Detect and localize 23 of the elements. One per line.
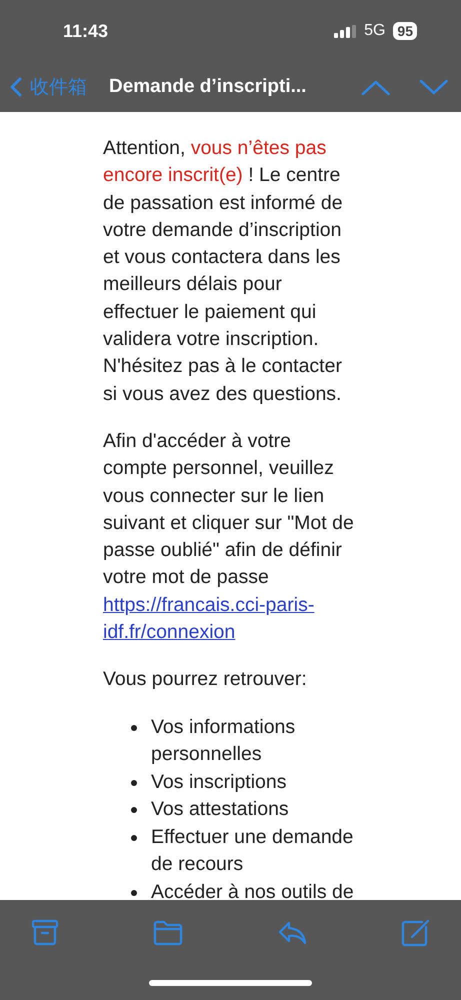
link[interactable]: https://francais.cci-paris-idf.fr/connexion [103, 592, 355, 646]
list-item: Vos attestations [151, 797, 290, 822]
list-item: Vos inscriptions [151, 770, 288, 795]
battery-level: 95 [393, 22, 417, 40]
bullet-icon [131, 834, 137, 841]
list-item: Vos informations personnelles [151, 714, 296, 768]
back-chevron-icon[interactable] [10, 77, 22, 97]
bullet-icon [131, 780, 137, 786]
archive-box-icon[interactable] [30, 918, 60, 948]
status-time: 11:43 [63, 20, 108, 42]
network-label: 5G [364, 22, 386, 40]
message-title: Demande d’inscripti... [109, 76, 308, 98]
bullet-icon [131, 724, 137, 731]
bullet-icon [131, 890, 137, 896]
bullet-icon [131, 807, 137, 814]
folder-icon[interactable] [153, 918, 184, 948]
signal-icon [334, 24, 356, 38]
message-paragraph: Afin d'accéder à votre compte personnel, veuillez vous connecter sur le lien suivant et cliquer sur "Mot de passe oublié" afin de définir votre mot de passe https://francais.cci-paris-idf.fr/connexion [103, 428, 355, 646]
message-paragraph: Vous pourrez retrouver: [103, 667, 308, 692]
list-item: Effectuer une demande de recours [151, 824, 354, 878]
message-paragraph: Attention, vous n’êtes pas encore inscrit(e) ! Le centre de passation est informé de votre demande d’inscription et vous contactera dans les meilleurs délais pour effectuer le paiement qui validera votre inscription. N'hésitez pas à le contacter si vous avez des questions. [103, 136, 344, 407]
compose-icon[interactable] [400, 918, 430, 948]
list-item: Accéder à nos outils de [151, 880, 355, 900]
